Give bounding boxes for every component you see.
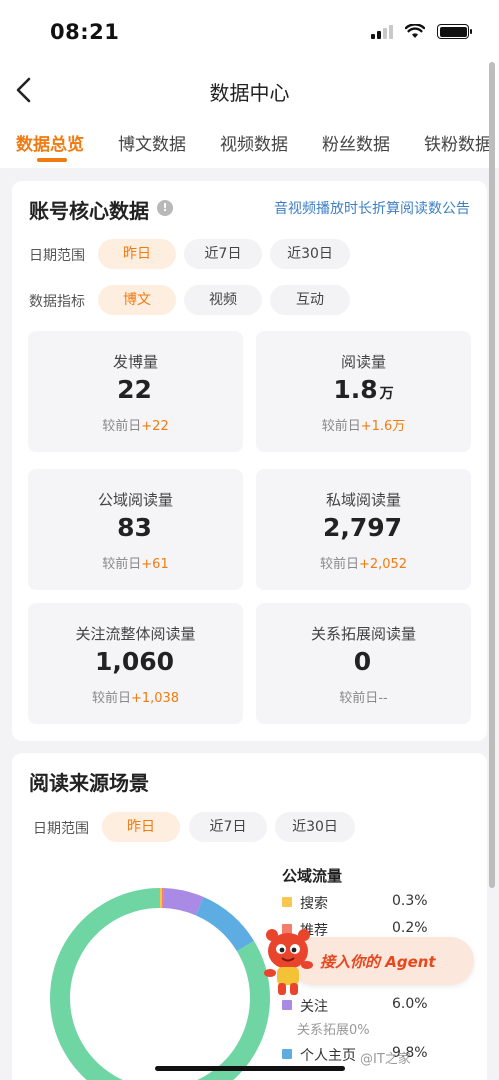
read-source-title: 阅读来源场景 [29,771,149,795]
metric-value: 22 [117,375,152,404]
source-date-chip-yesterday[interactable]: 昨日 [102,812,180,842]
tab-overview[interactable]: 数据总览 [16,130,84,155]
nav-bar: 数据中心 [0,66,499,114]
source-date-chip-30d[interactable]: 近30日 [275,812,355,842]
metric-chip-post[interactable]: 博文 [98,285,176,315]
legend-swatch [282,897,292,907]
date-range-label: 日期范围 [33,821,89,837]
read-source-donut-chart [50,888,270,1080]
donut-slice-5 [50,888,270,1080]
signal-icon [371,24,393,39]
core-data-card: 账号核心数据 ! 音视频播放时长折算阅读数公告 日期范围 昨日 近7日 近30日… [12,181,487,741]
tab-video-data[interactable]: 视频数据 [220,130,288,155]
metric-delta: 较前日+1.6万 [321,419,406,434]
legend-swatch [282,1049,292,1059]
metric-tile-reads[interactable]: 阅读量 1.8 万 较前日+1.6万 [256,331,471,452]
legend-swatch [282,1000,292,1010]
mascot-icon [264,929,313,995]
metric-label: 关注流整体阅读量 [75,625,196,643]
status-icons [371,24,472,39]
status-time: 08:21 [50,20,120,44]
metric-value: 1.8 万 [333,375,394,404]
metric-delta: 较前日+22 [102,419,169,434]
date-chip-yesterday[interactable]: 昨日 [98,239,176,269]
battery-icon [437,24,472,39]
legend-label: 个人主页 [300,1048,356,1064]
tab-post-data[interactable]: 博文数据 [118,130,186,155]
metric-delta: 较前日+61 [102,557,169,572]
notice-link[interactable]: 音视频播放时长折算阅读数公告 [274,198,470,218]
relation-expansion-note: 关系拓展0% [297,1023,370,1038]
metric-tile-posts[interactable]: 发博量 22 较前日+22 [28,331,243,452]
metric-label: 私域阅读量 [325,491,401,509]
metric-delta: 较前日-- [339,691,388,706]
metric-delta: 较前日+2,052 [319,557,408,572]
tab-bar: 数据总览 博文数据 视频数据 粉丝数据 铁粉数据 [0,114,499,168]
agent-float-button[interactable]: 接入你的 Agent [258,925,474,999]
metric-tile-relation-reads[interactable]: 关系拓展阅读量 0 较前日-- [256,603,471,724]
legend-label: 关注 [300,999,328,1015]
metric-label: 关系拓展阅读量 [310,625,416,643]
tab-fans-data[interactable]: 粉丝数据 [322,130,390,155]
agent-label: 接入你的 Agent [320,953,436,971]
date-chip-30d[interactable]: 近30日 [270,239,350,269]
metric-value: 1,060 [94,647,175,676]
watermark: @IT之家 [360,1052,411,1067]
scrollbar[interactable] [489,62,495,888]
date-range-label: 日期范围 [29,248,85,264]
tab-iron-fans-data[interactable]: 铁粉数据 [424,130,492,155]
legend-label: 搜索 [300,896,328,912]
metric-chip-video[interactable]: 视频 [184,285,262,315]
legend-value: 0.3% [392,893,428,909]
metric-chip-interaction[interactable]: 互动 [270,285,350,315]
date-chip-7d[interactable]: 近7日 [184,239,262,269]
tab-active-indicator [37,158,67,162]
core-data-title: 账号核心数据 [29,199,149,223]
page-title: 数据中心 [209,81,290,105]
metric-label: 阅读量 [340,353,386,371]
wifi-icon [405,24,425,38]
metric-value: 83 [117,513,152,542]
metric-type-label: 数据指标 [29,294,85,310]
metric-tile-private-reads[interactable]: 私域阅读量 2,797 较前日+2,052 [256,469,471,590]
metric-tile-public-reads[interactable]: 公域阅读量 83 较前日+61 [28,469,243,590]
donut-slice-4 [195,897,254,952]
metric-value: 2,797 [322,513,403,542]
source-date-chip-7d[interactable]: 近7日 [189,812,267,842]
metric-value: 0 [353,647,372,676]
metric-label: 发博量 [112,353,158,371]
home-indicator [155,1066,345,1071]
metric-label: 公域阅读量 [97,491,173,509]
info-icon[interactable]: ! [157,200,173,216]
metric-delta: 较前日+1,038 [91,691,180,706]
status-bar: 08:21 [0,0,499,66]
metric-tile-follow-feed-reads[interactable]: 关注流整体阅读量 1,060 较前日+1,038 [28,603,243,724]
legend-heading: 公域流量 [282,867,343,885]
read-source-card: 阅读来源场景 日期范围 昨日 近7日 近30日 公域流量 搜索 0.3% 推荐 … [12,753,487,1080]
